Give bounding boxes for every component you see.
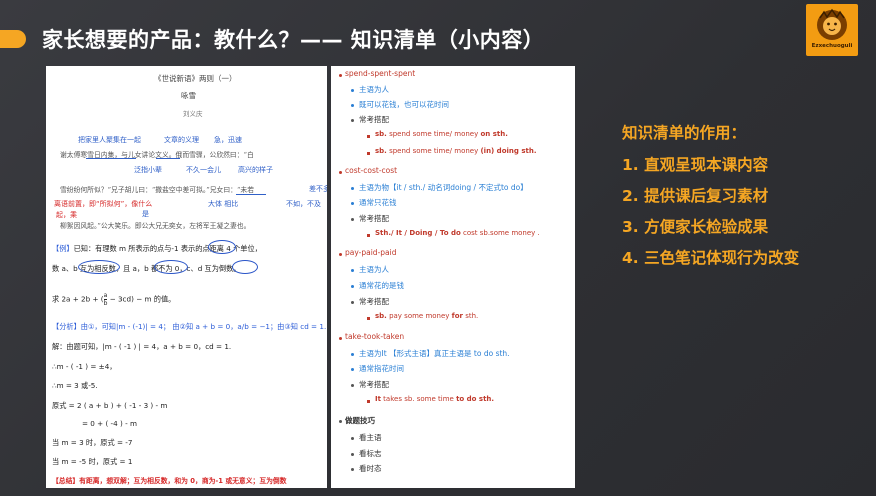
bullet — [339, 420, 342, 423]
bullet — [351, 285, 354, 288]
bullet — [339, 74, 342, 77]
note-item: 常考搭配 — [359, 115, 389, 124]
annotation: 急，迅速 — [214, 136, 242, 144]
note-item: 常考搭配 — [359, 214, 389, 223]
analysis-line: 【分析】由①，可知|m - (-1)| = 4； 由②知 a + b = 0，a… — [52, 322, 327, 331]
bullet — [351, 202, 354, 205]
note-item: 通常指花时间 — [359, 364, 404, 373]
note-item: 通常花的是钱 — [359, 281, 404, 290]
verb-head: cost-cost-cost — [345, 166, 398, 175]
collocation: It takes sb. some time to do sth. — [375, 395, 495, 403]
english-notes-document: spend-spent-spent 主语为人 既可以花钱，也可以花时间 常考搭配… — [331, 66, 575, 488]
example-line-3: 求 2a + 2b + (a b − 3cd) − m 的值。 — [52, 292, 176, 307]
slide-title: 家长想要的产品：教什么？—— 知识清单（小内容） — [42, 28, 545, 52]
bullet — [367, 400, 370, 403]
collocation: sb. spend some time/ money on sth. — [375, 130, 508, 138]
annotation: 差不多 — [309, 185, 327, 193]
tips-head: 做题技巧 — [345, 416, 375, 425]
circle-mark — [154, 260, 188, 274]
annotation: 把家里人聚集在一起 — [78, 136, 141, 144]
bullet — [351, 437, 354, 440]
verb-head: take-took-taken — [345, 332, 405, 341]
note-item: 通常只花钱 — [359, 198, 397, 207]
bullet — [351, 119, 354, 122]
annotation: 文章的义理 — [164, 136, 199, 144]
note-item: 主语为人 — [359, 85, 389, 94]
note-item: 常考搭配 — [359, 297, 389, 306]
bullet — [367, 234, 370, 237]
bullet — [351, 468, 354, 471]
bullet — [351, 187, 354, 190]
bullet — [351, 384, 354, 387]
verb-head: spend-spent-spent — [345, 69, 416, 78]
tips-item: 看标志 — [359, 449, 382, 458]
annotation: 高兴的样子 — [238, 166, 273, 174]
note-item: 主语为人 — [359, 265, 389, 274]
circle-mark — [208, 240, 236, 254]
tips-item: 看主语 — [359, 433, 382, 442]
annotation: 不如，不及 — [286, 200, 321, 208]
solution-line: 当 m = -5 时，原式 = 1 — [52, 457, 133, 466]
solution-line: 当 m = 3 时，原式 = -7 — [52, 438, 133, 447]
bullet — [351, 89, 354, 92]
collocation: sb. spend some time/ money (in) doing st… — [375, 147, 537, 155]
solution-line: = 0 + ( -4 ) - m — [82, 419, 137, 428]
note-item: 既可以花钱，也可以花时间 — [359, 100, 449, 109]
bullet — [367, 152, 370, 155]
annotation-red: 起，乘 — [56, 211, 77, 219]
summary-item: 3. 方便家长检验成果 — [622, 218, 769, 236]
note-item: 主语为It 【形式主语】真正主语是 to do sth. — [359, 349, 510, 358]
bullet — [339, 171, 342, 174]
solution-line: 解：由题可知，|m - ( -1 ) | = 4，a + b = 0，cd = … — [52, 342, 232, 351]
annotation: 是 — [142, 210, 149, 218]
note-item: 常考搭配 — [359, 380, 389, 389]
lion-logo-icon — [817, 8, 847, 40]
doc-heading: 《世说新语》两则（一） — [154, 74, 237, 83]
collocation: sb. pay some money for sth. — [375, 312, 479, 320]
solution-line: ∴m - ( -1 ) = ±4， — [52, 362, 117, 371]
doc-subheading: 咏雪 — [181, 91, 196, 100]
summary-item: 4. 三色笔记体现行为改变 — [622, 249, 800, 267]
brand-logo: Ezxechuoguli — [806, 4, 858, 56]
summary-panel: 知识清单的作用： 1. 直观呈现本课内容 2. 提供课后复习素材 3. 方便家长… — [622, 121, 799, 277]
bullet — [367, 317, 370, 320]
annotation: 不久一会儿 — [186, 166, 221, 174]
summary-item: 1. 直观呈现本课内容 — [622, 156, 769, 174]
summary-line: 【总结】有距离，想双解；互为相反数，和为 0，商为-1 或无意义；互为倒数 — [52, 477, 287, 485]
tips-item: 看时态 — [359, 464, 382, 473]
classic-text-line: 谢太傅寒雪日内集，与儿女讲论文义。俄而雪骤，公欣然曰：“白 — [60, 151, 254, 159]
logo-text: Ezxechuoguli — [811, 43, 853, 49]
note-item: 主语为物【it / sth./ 动名词doing / 不定式to do】 — [359, 183, 528, 192]
circle-mark — [78, 260, 120, 274]
summary-item: 2. 提供课后复习素材 — [622, 187, 769, 205]
bullet — [351, 368, 354, 371]
bullet — [367, 135, 370, 138]
bullet — [351, 353, 354, 356]
title-accent-bar — [0, 30, 26, 48]
solution-line: ∴m = 3 或-5. — [52, 381, 98, 390]
collocation: Sth./ It / Doing / To do cost sb.some mo… — [375, 229, 540, 237]
summary-title: 知识清单的作用： — [622, 124, 747, 142]
bullet — [351, 104, 354, 107]
underline — [236, 194, 266, 195]
bullet — [339, 253, 342, 256]
annotation-red: 离语前置，即“所拟何”，像什么 — [54, 200, 153, 208]
bullet — [351, 453, 354, 456]
bullet — [339, 337, 342, 340]
bullet — [351, 218, 354, 221]
chinese-math-document: 《世说新语》两则（一） 咏雪 刘义庆 把家里人聚集在一起 文章的义理 急，迅速 … — [46, 66, 327, 488]
classic-text-line: 雪纷纷何所似？”兄子胡儿曰：“撒盐空中差可拟。”兄女曰：“未若 — [60, 186, 255, 194]
bullet — [351, 301, 354, 304]
verb-head: pay-paid-paid — [345, 248, 397, 257]
circle-mark — [232, 260, 258, 274]
solution-line: 原式 = 2 ( a + b ) + ( -1 - 3 ) - m — [52, 401, 168, 410]
annotation: 泛指小辈 — [134, 166, 162, 174]
annotation: 大体 相比 — [208, 200, 239, 208]
bullet — [351, 269, 354, 272]
doc-author: 刘义庆 — [183, 110, 203, 118]
classic-text-line: 柳絮因风起。”公大笑乐。即公大兄无奕女，左将军王凝之妻也。 — [60, 222, 251, 230]
